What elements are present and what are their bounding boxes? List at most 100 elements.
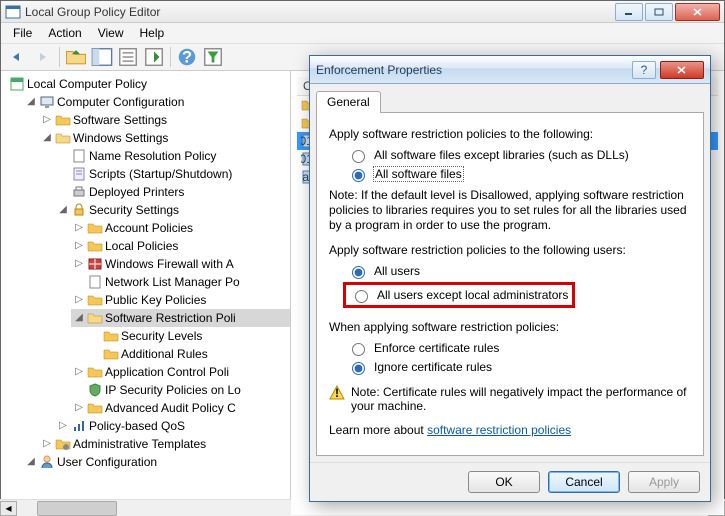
tab-body: Apply software restriction policies to t… xyxy=(316,112,704,456)
tree-admin-templates[interactable]: ▷Administrative Templates xyxy=(39,435,290,453)
tree-firewall[interactable]: ▷Windows Firewall with A xyxy=(71,255,290,273)
collapse-icon[interactable]: ◢ xyxy=(73,309,85,327)
tree-name-resolution[interactable]: Name Resolution Policy xyxy=(55,147,290,165)
radio-input[interactable] xyxy=(352,362,365,375)
expand-icon[interactable]: ▷ xyxy=(73,237,85,255)
learn-more-link[interactable]: software restriction policies xyxy=(427,423,571,437)
tree-label: Computer Configuration xyxy=(57,93,184,111)
tree-root[interactable]: Local Computer Policy xyxy=(7,75,290,93)
radio-enforce-cert[interactable]: Enforce certificate rules xyxy=(347,340,691,356)
console-tree[interactable]: Local Computer Policy ◢Computer Configur… xyxy=(1,71,291,515)
expand-icon[interactable]: ▷ xyxy=(73,363,85,381)
menu-view[interactable]: View xyxy=(90,24,132,42)
tree-label: Network List Manager Po xyxy=(105,273,240,291)
expand-icon[interactable]: ▷ xyxy=(57,417,69,435)
doc-icon xyxy=(71,148,87,164)
tree-label: Additional Rules xyxy=(121,345,208,363)
tree-public-key[interactable]: ▷Public Key Policies xyxy=(71,291,290,309)
security-icon xyxy=(71,202,87,218)
minimize-button[interactable] xyxy=(615,3,643,21)
scroll-left-icon[interactable]: ◂ xyxy=(1,501,17,516)
svg-text:!: ! xyxy=(335,386,339,400)
up-button[interactable] xyxy=(64,45,88,69)
forward-button[interactable] xyxy=(31,45,55,69)
properties-button[interactable] xyxy=(116,45,140,69)
tree-horizontal-scrollbar[interactable]: ◂ ▸ xyxy=(1,499,291,515)
menu-help[interactable]: Help xyxy=(132,24,173,42)
folder-icon xyxy=(103,346,119,362)
tree-ipsec[interactable]: IP Security Policies on Lo xyxy=(71,381,290,399)
cancel-button[interactable]: Cancel xyxy=(548,471,620,493)
radio-input[interactable] xyxy=(355,290,368,303)
collapse-icon[interactable]: ◢ xyxy=(25,453,37,471)
radio-files-except-libs[interactable]: All software files except libraries (suc… xyxy=(347,147,691,163)
tree-windows-settings[interactable]: ◢ Windows Settings xyxy=(39,129,290,147)
dialog-help-button[interactable]: ? xyxy=(632,61,656,79)
group-files-label: Apply software restriction policies to t… xyxy=(329,127,691,141)
collapse-icon[interactable]: ◢ xyxy=(25,93,37,111)
expand-icon[interactable]: ▷ xyxy=(73,291,85,309)
dialog-title: Enforcement Properties xyxy=(316,63,632,77)
close-button[interactable] xyxy=(675,3,720,21)
tree-app-control[interactable]: ▷ Application Control Poli xyxy=(71,363,290,381)
scroll-thumb[interactable] xyxy=(37,501,117,516)
collapse-icon[interactable]: ◢ xyxy=(41,129,53,147)
tab-general[interactable]: General xyxy=(316,91,381,113)
tree-label: Policy-based QoS xyxy=(89,417,185,435)
tree-software-restriction[interactable]: ◢Software Restriction Poli xyxy=(71,309,290,327)
tree-scripts[interactable]: Scripts (Startup/Shutdown) xyxy=(55,165,290,183)
tree-deployed-printers[interactable]: Deployed Printers xyxy=(55,183,290,201)
radio-input[interactable] xyxy=(352,266,365,279)
app-icon xyxy=(5,4,21,20)
group-cert-label: When applying software restriction polic… xyxy=(329,320,691,334)
tree-computer-config[interactable]: ◢ Computer Configuration xyxy=(23,93,290,111)
tree-network-list[interactable]: Network List Manager Po xyxy=(71,273,290,291)
tree-label: Windows Settings xyxy=(73,129,168,147)
folder-icon xyxy=(55,112,71,128)
tree-label: Security Settings xyxy=(89,201,179,219)
tree-label: Deployed Printers xyxy=(89,183,184,201)
tree-local-policies[interactable]: ▷ Local Policies xyxy=(71,237,290,255)
menu-action[interactable]: Action xyxy=(40,24,89,42)
svg-text:?: ? xyxy=(182,49,192,67)
expand-icon[interactable]: ▷ xyxy=(73,219,85,237)
tree-user-config[interactable]: ◢User Configuration xyxy=(23,453,290,471)
radio-label: All software files xyxy=(374,167,463,181)
script-icon xyxy=(71,166,87,182)
tree-security-settings[interactable]: ◢ Security Settings xyxy=(55,201,290,219)
radio-ignore-cert[interactable]: Ignore certificate rules xyxy=(347,359,691,375)
export-button[interactable] xyxy=(142,45,166,69)
highlighted-option: All users except local administrators xyxy=(343,282,575,308)
expand-icon[interactable]: ▷ xyxy=(41,435,53,453)
radio-input[interactable] xyxy=(352,150,365,163)
tree-additional-rules[interactable]: Additional Rules xyxy=(87,345,290,363)
tree-label: Application Control Poli xyxy=(105,363,229,381)
maximize-button[interactable] xyxy=(645,3,673,21)
tree-adv-audit[interactable]: ▷Advanced Audit Policy C xyxy=(71,399,290,417)
radio-input[interactable] xyxy=(352,343,365,356)
dialog-close-button[interactable] xyxy=(660,61,704,79)
tree-label: Local Policies xyxy=(105,237,178,255)
radio-label: All software files except libraries (suc… xyxy=(374,148,629,162)
expand-icon[interactable]: ▷ xyxy=(41,111,53,129)
radio-input[interactable] xyxy=(352,169,365,182)
folder-icon xyxy=(103,328,119,344)
filter-button[interactable] xyxy=(201,45,225,69)
dialog-button-row: OK Cancel Apply xyxy=(310,462,710,501)
help-button[interactable]: ? xyxy=(175,45,199,69)
radio-all-files[interactable]: All software files xyxy=(347,166,691,182)
tree-software-settings[interactable]: ▷Software Settings xyxy=(39,111,290,129)
expand-icon[interactable]: ▷ xyxy=(73,399,85,417)
expand-icon[interactable]: ▷ xyxy=(73,255,85,273)
menu-file[interactable]: File xyxy=(5,24,40,42)
folder-icon xyxy=(87,364,103,380)
ok-button[interactable]: OK xyxy=(468,471,540,493)
tree-account-policies[interactable]: ▷Account Policies xyxy=(71,219,290,237)
show-hide-tree-button[interactable] xyxy=(90,45,114,69)
back-button[interactable] xyxy=(5,45,29,69)
apply-button[interactable]: Apply xyxy=(628,471,700,493)
tree-security-levels[interactable]: Security Levels xyxy=(87,327,290,345)
collapse-icon[interactable]: ◢ xyxy=(57,201,69,219)
tree-qos[interactable]: ▷ Policy-based QoS xyxy=(55,417,290,435)
radio-all-users[interactable]: All users xyxy=(347,263,691,279)
